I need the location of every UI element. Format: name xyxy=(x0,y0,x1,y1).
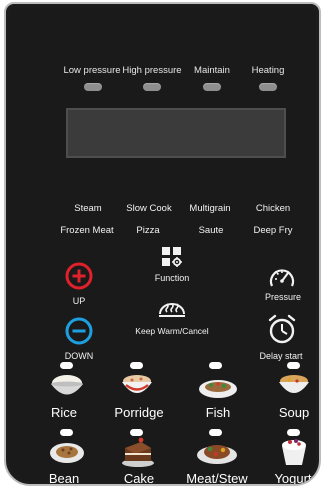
bean-plate-icon xyxy=(50,443,84,463)
keep-warm-cancel-label: Keep Warm/Cancel xyxy=(135,326,209,336)
program-bean-led xyxy=(60,429,73,436)
menu-pizza[interactable]: Pizza xyxy=(123,225,173,236)
down-button[interactable] xyxy=(65,317,93,345)
porridge-bowl-icon xyxy=(122,375,152,393)
meat-stew-button[interactable] xyxy=(195,437,239,467)
control-panel: Low pressure High pressure Maintain Heat… xyxy=(4,2,321,486)
program-meat-stew-label: Meat/Stew xyxy=(186,471,248,486)
program-fish-label: Fish xyxy=(205,405,231,420)
pressure-button[interactable] xyxy=(267,264,297,292)
fish-button[interactable] xyxy=(197,373,239,401)
program-porridge-label: Porridge xyxy=(114,405,164,420)
program-yogurt-label: Yogurt xyxy=(274,471,312,486)
program-rice-label: Rice xyxy=(50,405,77,420)
minus-circle-icon xyxy=(65,317,93,345)
menu-chicken[interactable]: Chicken xyxy=(245,203,301,214)
soup-button[interactable] xyxy=(275,370,313,404)
yogurt-button[interactable] xyxy=(275,434,313,468)
alarm-clock-icon xyxy=(268,314,296,344)
keep-warm-cancel-button[interactable] xyxy=(157,299,187,325)
program-soup-led xyxy=(287,362,300,369)
menu-frozen-meat[interactable]: Frozen Meat xyxy=(56,225,118,236)
delay-start-label: Delay start xyxy=(259,351,303,361)
indicator-low-pressure-led xyxy=(84,83,102,91)
menu-steam[interactable]: Steam xyxy=(63,203,113,214)
yogurt-cup-icon xyxy=(282,439,306,465)
indicator-high-pressure-led xyxy=(143,83,161,91)
program-fish-led xyxy=(209,362,222,369)
program-soup-label: Soup xyxy=(278,405,310,420)
gauge-icon xyxy=(269,269,295,287)
meat-stew-icon xyxy=(197,445,237,464)
indicator-maintain-label: Maintain xyxy=(194,65,230,76)
menu-slow-cook[interactable]: Slow Cook xyxy=(119,203,179,214)
control-panel-face: Low pressure High pressure Maintain Heat… xyxy=(9,7,316,484)
indicator-low-pressure-label: Low pressure xyxy=(63,65,121,76)
steam-pot-icon xyxy=(159,303,185,317)
soup-bowl-icon xyxy=(279,375,309,393)
pressure-label: Pressure xyxy=(264,292,301,302)
up-label: UP xyxy=(72,296,86,306)
indicator-high-pressure-label: High pressure xyxy=(122,65,182,76)
program-bean-label: Bean xyxy=(48,471,80,486)
rice-bowl-icon xyxy=(51,375,83,395)
program-cake-label: Cake xyxy=(123,471,155,486)
grid-gear-icon xyxy=(162,247,182,267)
program-rice-led xyxy=(60,362,73,369)
function-button[interactable] xyxy=(159,246,185,272)
indicator-maintain-led xyxy=(203,83,221,91)
plus-circle-icon xyxy=(65,262,93,290)
bean-button[interactable] xyxy=(47,437,87,467)
delay-start-button[interactable] xyxy=(267,313,297,345)
menu-deep-fry[interactable]: Deep Fry xyxy=(243,225,303,236)
porridge-button[interactable] xyxy=(117,370,157,404)
down-label: DOWN xyxy=(64,351,94,361)
lcd-display xyxy=(66,108,286,158)
indicator-heating-led xyxy=(259,83,277,91)
cake-button[interactable] xyxy=(119,434,157,468)
program-meat-stew-led xyxy=(209,429,222,436)
rice-button[interactable] xyxy=(47,371,87,403)
menu-multigrain[interactable]: Multigrain xyxy=(180,203,240,214)
program-porridge-led xyxy=(130,362,143,369)
menu-saute[interactable]: Saute xyxy=(186,225,236,236)
function-label: Function xyxy=(154,273,190,283)
indicator-heating-label: Heating xyxy=(251,65,285,76)
cake-icon xyxy=(122,437,154,467)
fish-plate-icon xyxy=(199,380,237,398)
up-button[interactable] xyxy=(65,262,93,290)
